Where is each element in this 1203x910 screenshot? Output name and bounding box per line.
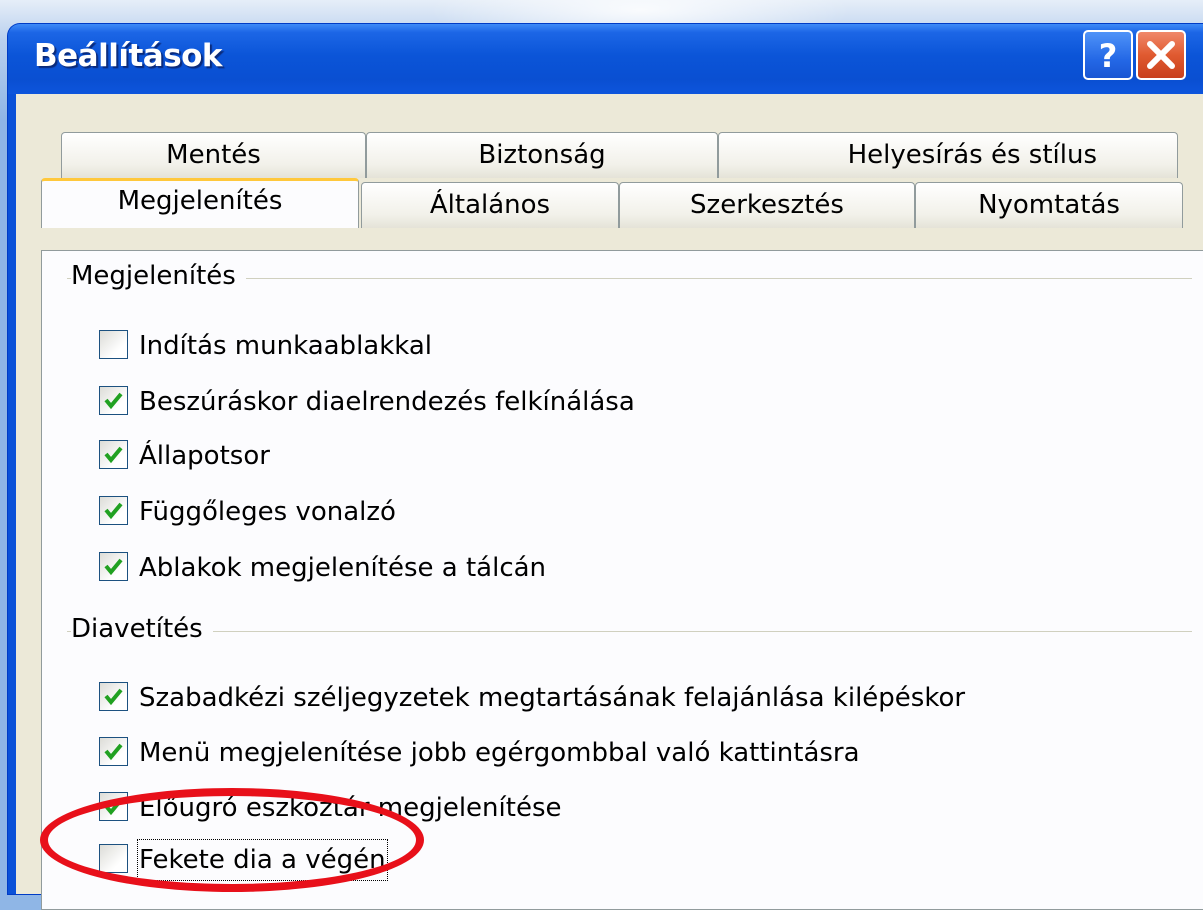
- option-label: Beszúráskor diaelrendezés felkínálása: [139, 387, 635, 417]
- tab-label: Helyesírás és stílus: [847, 140, 1097, 170]
- tab-megjelenites[interactable]: Megjelenítés: [41, 178, 359, 228]
- checkbox[interactable]: [99, 552, 128, 581]
- tab-helyesiras[interactable]: Helyesírás és stílus: [718, 132, 1178, 178]
- group-separator: [67, 631, 1192, 632]
- close-button[interactable]: [1136, 30, 1186, 80]
- checkbox[interactable]: [99, 737, 128, 766]
- option-label: Állapotsor: [139, 441, 270, 471]
- checkbox[interactable]: [99, 682, 128, 711]
- tab-szerkesztes[interactable]: Szerkesztés: [619, 182, 915, 228]
- checkmark-icon: [104, 392, 123, 410]
- tab-label: Biztonság: [478, 140, 606, 170]
- tab-nyomtatas[interactable]: Nyomtatás: [915, 182, 1183, 228]
- checkmark-icon: [104, 502, 123, 520]
- tab-biztonsag[interactable]: Biztonság: [366, 132, 718, 178]
- group-title-display: Megjelenítés: [71, 261, 246, 291]
- checkmark-icon: [104, 743, 123, 761]
- group-title-slideshow: Diavetítés: [71, 614, 213, 644]
- option-label: Indítás munkaablakkal: [139, 331, 433, 361]
- svg-text:?: ?: [1099, 37, 1118, 75]
- checkbox[interactable]: [99, 386, 128, 415]
- option-label: Szabadkézi széljegyzetek megtartásának f…: [139, 683, 966, 713]
- help-icon: ?: [1099, 37, 1118, 75]
- checkbox[interactable]: [99, 330, 128, 359]
- checkmark-icon: [104, 558, 123, 576]
- checkmark-icon: [104, 446, 123, 464]
- option-label: Függőleges vonalzó: [139, 497, 396, 527]
- tab-mentes[interactable]: Mentés: [61, 132, 366, 178]
- dialog-title: Beállítások: [34, 38, 223, 74]
- annotation-ring: [40, 788, 424, 892]
- dialog-client-area: Mentés Biztonság Helyesírás és stílus Me…: [16, 94, 1203, 910]
- options-dialog: Beállítások ? Mentés Biztonság Helyesírá…: [8, 24, 1203, 910]
- tab-label: Mentés: [166, 140, 261, 170]
- option-label: Ablakok megjelenítése a tálcán: [139, 553, 547, 583]
- checkmark-icon: [104, 688, 123, 706]
- option-label: Menü megjelenítése jobb egérgombbal való…: [139, 738, 860, 768]
- close-icon: [1147, 41, 1175, 69]
- checkbox[interactable]: [99, 496, 128, 525]
- tab-label: Nyomtatás: [978, 190, 1120, 220]
- checkbox[interactable]: [99, 440, 128, 469]
- tab-label: Megjelenítés: [117, 186, 283, 216]
- title-bar[interactable]: Beállítások ?: [8, 24, 1203, 94]
- tab-label: Szerkesztés: [690, 190, 844, 220]
- help-button[interactable]: ?: [1083, 30, 1133, 80]
- tab-label: Általános: [429, 190, 551, 220]
- tab-altalanos[interactable]: Általános: [361, 182, 619, 228]
